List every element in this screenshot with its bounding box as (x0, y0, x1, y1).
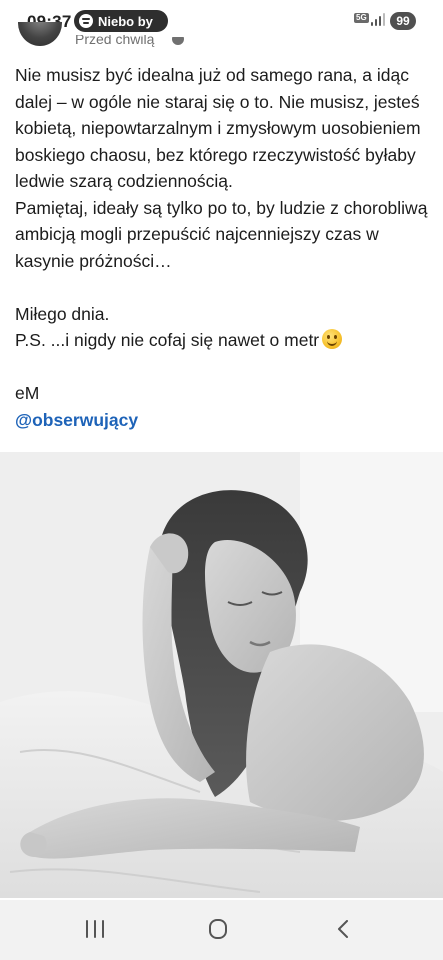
post-photo[interactable] (0, 452, 443, 898)
battery-level: 99 (396, 14, 410, 28)
network-type-badge: 5G (354, 13, 369, 23)
post-greeting: Miłego dnia. (15, 303, 110, 324)
smiling-face-icon (322, 329, 343, 349)
recent-apps-icon[interactable] (86, 920, 106, 938)
spotify-icon (79, 14, 93, 28)
home-icon[interactable] (209, 919, 227, 939)
post-paragraph: Pamiętaj, ideały są tylko po to, by ludz… (15, 197, 428, 271)
navigation-bar (0, 900, 443, 960)
status-bar: 09:37 Niebo by 5G 99 (0, 0, 443, 44)
post-paragraph: Nie musisz być idealna już od samego ran… (15, 65, 421, 191)
media-playing-chip[interactable]: Niebo by (74, 10, 168, 32)
post-signature: eM (15, 383, 40, 403)
back-icon[interactable] (336, 920, 350, 938)
signal-strength-icon (371, 12, 385, 26)
post-ps-text: P.S. ...i nigdy nie cofaj się nawet o me… (15, 330, 320, 350)
mention-link[interactable]: @obserwujący (15, 407, 435, 434)
post-ps-line: P.S. ...i nigdy nie cofaj się nawet o me… (15, 327, 435, 354)
battery-icon: 99 (390, 12, 416, 30)
post-text: Nie musisz być idealna już od samego ran… (15, 62, 435, 433)
media-title: Niebo by (98, 13, 153, 29)
